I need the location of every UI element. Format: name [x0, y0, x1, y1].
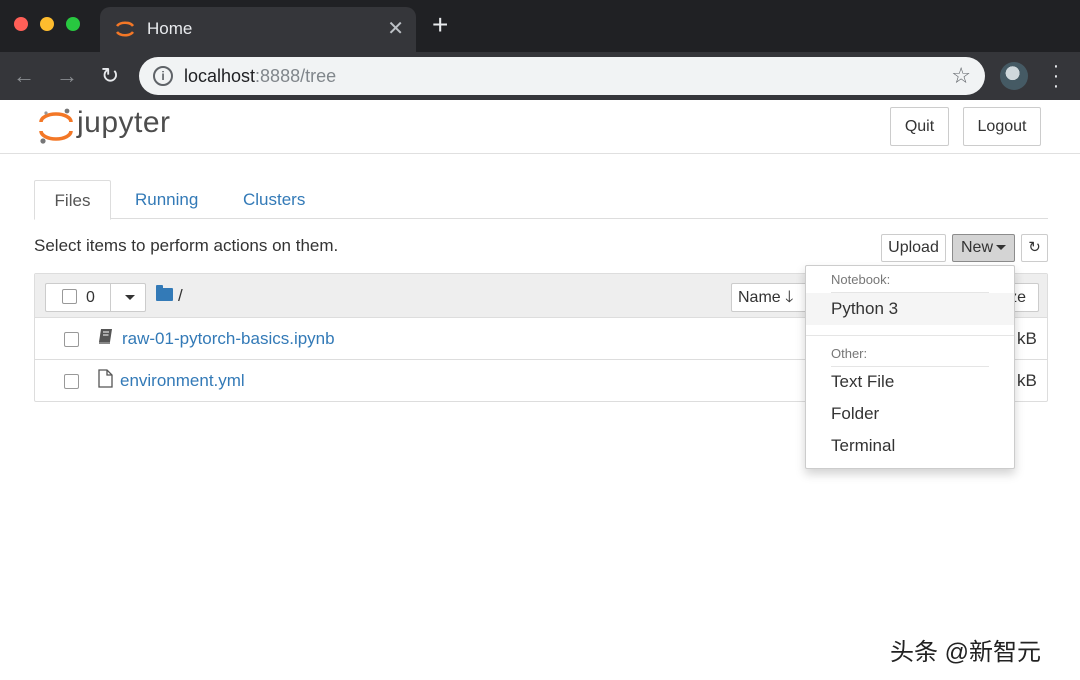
- file-icon: [98, 369, 113, 388]
- file-size: kB: [1017, 371, 1037, 390]
- browser-tabstrip: Home ✕ +: [0, 0, 1080, 52]
- back-arrow-icon[interactable]: ←: [10, 62, 38, 90]
- menu-item-text-file[interactable]: Text File: [806, 366, 1014, 398]
- forward-arrow-icon[interactable]: →: [53, 62, 81, 90]
- file-size: kB: [1017, 329, 1037, 348]
- menu-item-folder[interactable]: Folder: [806, 398, 1014, 430]
- close-window-button[interactable]: [14, 17, 28, 31]
- new-dropdown-menu: Notebook: Python 3 Other: Text File Fold…: [805, 265, 1015, 469]
- select-all-checkbox[interactable]: [62, 289, 77, 304]
- browser-menu-icon[interactable]: · · ·: [1048, 56, 1064, 96]
- quit-button[interactable]: Quit: [890, 107, 949, 146]
- menu-header-other: Other:: [831, 346, 868, 361]
- menu-header-notebook: Notebook:: [831, 272, 891, 287]
- row-checkbox[interactable]: [64, 332, 79, 347]
- arrow-down-icon: 🡓: [785, 289, 794, 306]
- url-host: localhost: [184, 66, 256, 86]
- browser-toolbar: ← → ↻ i localhost:8888/tree ☆ · · ·: [0, 52, 1080, 100]
- address-bar[interactable]: i localhost:8888/tree ☆: [139, 57, 985, 95]
- tab-title: Home: [147, 19, 193, 38]
- info-icon[interactable]: i: [153, 66, 173, 86]
- selection-hint: Select items to perform actions on them.: [34, 236, 339, 255]
- notebook-tabs: Files Running Clusters: [34, 180, 1048, 220]
- close-tab-icon[interactable]: ✕: [387, 16, 404, 41]
- browser-tab-home[interactable]: Home ✕: [100, 7, 416, 52]
- url-text[interactable]: localhost:8888/tree: [184, 66, 336, 87]
- breadcrumb[interactable]: /: [178, 286, 183, 306]
- jupyter-favicon-icon: [115, 21, 135, 37]
- folder-icon[interactable]: [156, 285, 173, 301]
- menu-item-terminal[interactable]: Terminal: [806, 430, 1014, 462]
- sort-label: Name: [738, 289, 781, 306]
- select-menu-button[interactable]: [110, 283, 146, 312]
- caret-down-icon: [996, 245, 1006, 251]
- file-link[interactable]: raw-01-pytorch-basics.ipynb: [122, 329, 335, 349]
- new-button[interactable]: New: [952, 234, 1015, 262]
- caret-down-icon: [124, 295, 135, 301]
- sort-by-name-button[interactable]: Name 🡓: [731, 283, 807, 312]
- url-path: :8888/tree: [255, 66, 337, 86]
- tab-files[interactable]: Files: [34, 180, 111, 220]
- menu-item-python3[interactable]: Python 3: [806, 293, 1014, 325]
- notebook-icon: [99, 329, 112, 344]
- tab-clusters[interactable]: Clusters: [243, 180, 305, 219]
- maximize-window-button[interactable]: [66, 17, 80, 31]
- upload-button[interactable]: Upload: [881, 234, 946, 262]
- refresh-button[interactable]: ↻: [1021, 234, 1048, 262]
- menu-divider: [806, 335, 1014, 336]
- jupyter-logo-icon: [39, 108, 73, 144]
- new-tab-icon[interactable]: +: [432, 11, 448, 39]
- tab-running[interactable]: Running: [135, 180, 198, 219]
- selected-count: 0: [86, 289, 95, 306]
- reload-icon[interactable]: ↻: [96, 62, 124, 90]
- minimize-window-button[interactable]: [40, 17, 54, 31]
- refresh-icon: ↻: [1028, 239, 1041, 256]
- watermark-text: 头条 @新智元: [890, 639, 1042, 666]
- jupyter-wordmark: jupyter: [77, 106, 171, 139]
- new-button-label: New: [960, 239, 993, 256]
- bookmark-star-icon[interactable]: ☆: [951, 63, 971, 89]
- logout-button[interactable]: Logout: [963, 107, 1041, 146]
- profile-avatar[interactable]: [1000, 62, 1028, 90]
- file-link[interactable]: environment.yml: [120, 371, 245, 391]
- jupyter-header: jupyter Quit Logout: [0, 100, 1080, 154]
- row-checkbox[interactable]: [64, 374, 79, 389]
